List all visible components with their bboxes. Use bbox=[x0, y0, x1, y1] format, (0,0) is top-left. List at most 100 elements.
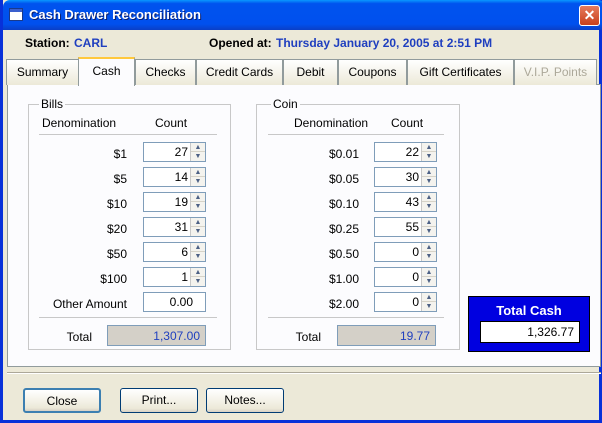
spin-down-icon[interactable]: ▼ bbox=[422, 202, 436, 211]
bills-count-header: Count bbox=[155, 116, 188, 130]
notes-button[interactable]: Notes... bbox=[206, 388, 284, 413]
coin-total-field: 19.77 bbox=[337, 325, 436, 346]
coin-count-0-50[interactable]: 0 ▲ ▼ bbox=[374, 242, 437, 262]
coin-denomination-0-01: $0.01 bbox=[328, 147, 359, 161]
spin-up-icon[interactable]: ▲ bbox=[191, 218, 205, 227]
total-cash-panel: Total Cash 1,326.77 bbox=[468, 296, 590, 352]
tab-checks[interactable]: Checks bbox=[135, 59, 196, 85]
coin-count-2-00[interactable]: 0 ▲ ▼ bbox=[374, 292, 437, 312]
coin-denomination-2-00: $2.00 bbox=[328, 297, 359, 311]
other-amount-value: 0.00 bbox=[169, 295, 193, 309]
spin-up-icon[interactable]: ▲ bbox=[191, 143, 205, 152]
coin-count-0-01-value: 22 bbox=[405, 145, 419, 159]
opened-at-label: Opened at: bbox=[209, 36, 272, 50]
coin-group: Coin Denomination Count $0.01 22 ▲ ▼ $0.05… bbox=[256, 97, 460, 350]
coin-count-0-05[interactable]: 30 ▲ ▼ bbox=[374, 167, 437, 187]
bills-count-5[interactable]: 14 ▲ ▼ bbox=[143, 167, 206, 187]
spin-up-icon[interactable]: ▲ bbox=[191, 268, 205, 277]
coin-count-0-01[interactable]: 22 ▲ ▼ bbox=[374, 142, 437, 162]
coin-denomination-0-10: $0.10 bbox=[328, 197, 359, 211]
bills-count-50[interactable]: 6 ▲ ▼ bbox=[143, 242, 206, 262]
tab-debit[interactable]: Debit bbox=[283, 59, 338, 85]
spin-down-icon[interactable]: ▼ bbox=[191, 277, 205, 286]
bills-denomination-1: $1 bbox=[113, 147, 127, 161]
total-cash-label: Total Cash bbox=[496, 303, 562, 318]
coin-denomination-1-00: $1.00 bbox=[328, 272, 359, 286]
coin-denomination-0-50: $0.50 bbox=[328, 247, 359, 261]
spin-up-icon[interactable]: ▲ bbox=[422, 293, 436, 302]
bills-count-1[interactable]: 27 ▲ ▼ bbox=[143, 142, 206, 162]
tab-summary[interactable]: Summary bbox=[6, 59, 79, 85]
spin-down-icon[interactable]: ▼ bbox=[191, 177, 205, 186]
spin-down-icon[interactable]: ▼ bbox=[191, 252, 205, 261]
spin-down-icon[interactable]: ▼ bbox=[191, 152, 205, 161]
spin-down-icon[interactable]: ▼ bbox=[191, 202, 205, 211]
coin-denomination-0-25: $0.25 bbox=[328, 222, 359, 236]
spin-down-icon[interactable]: ▼ bbox=[422, 152, 436, 161]
spin-up-icon[interactable]: ▲ bbox=[422, 143, 436, 152]
close-button[interactable]: Close bbox=[23, 388, 101, 413]
spin-down-icon[interactable]: ▼ bbox=[422, 227, 436, 236]
bills-denomination-50: $50 bbox=[106, 247, 127, 261]
tab-cash[interactable]: Cash bbox=[78, 57, 135, 86]
window-title: Cash Drawer Reconciliation bbox=[29, 7, 201, 22]
coin-total-value: 19.77 bbox=[399, 329, 430, 343]
coin-count-0-25[interactable]: 55 ▲ ▼ bbox=[374, 217, 437, 237]
coin-total-divider bbox=[268, 317, 444, 318]
tab-coupons[interactable]: Coupons bbox=[338, 59, 407, 85]
other-amount-input[interactable]: 0.00 bbox=[143, 292, 206, 312]
coin-denomination-header: Denomination bbox=[294, 116, 369, 130]
spin-down-icon[interactable]: ▼ bbox=[191, 227, 205, 236]
app-icon bbox=[9, 8, 23, 21]
bills-count-10-value: 19 bbox=[174, 195, 188, 209]
spin-up-icon[interactable]: ▲ bbox=[422, 218, 436, 227]
button-bar-divider bbox=[7, 372, 601, 374]
bills-count-50-value: 6 bbox=[181, 245, 188, 259]
tab-credit-cards[interactable]: Credit Cards bbox=[196, 59, 283, 85]
bills-denomination-20: $20 bbox=[106, 222, 127, 236]
bills-count-10[interactable]: 19 ▲ ▼ bbox=[143, 192, 206, 212]
total-cash-value: 1,326.77 bbox=[527, 325, 574, 339]
dialog-window: Cash Drawer Reconciliation ✕ Station: CA… bbox=[0, 0, 602, 423]
spin-up-icon[interactable]: ▲ bbox=[422, 268, 436, 277]
bills-denomination-header: Denomination bbox=[42, 116, 117, 130]
spin-down-icon[interactable]: ▼ bbox=[422, 177, 436, 186]
spin-up-icon[interactable]: ▲ bbox=[422, 168, 436, 177]
bills-total-field: 1,307.00 bbox=[107, 325, 206, 346]
spin-up-icon[interactable]: ▲ bbox=[191, 193, 205, 202]
coin-denomination-0-05: $0.05 bbox=[328, 172, 359, 186]
opened-at-value: Thursday January 20, 2005 at 2:51 PM bbox=[276, 36, 493, 50]
coin-count-0-10[interactable]: 43 ▲ ▼ bbox=[374, 192, 437, 212]
coin-count-0-05-value: 30 bbox=[405, 170, 419, 184]
bills-group-title: Bills bbox=[39, 97, 66, 111]
spin-down-icon[interactable]: ▼ bbox=[422, 302, 436, 311]
spin-up-icon[interactable]: ▲ bbox=[191, 168, 205, 177]
spin-up-icon[interactable]: ▲ bbox=[422, 193, 436, 202]
bills-total-value: 1,307.00 bbox=[153, 329, 200, 343]
coin-count-0-25-value: 55 bbox=[405, 220, 419, 234]
coin-count-0-10-value: 43 bbox=[405, 195, 419, 209]
print-button[interactable]: Print... bbox=[120, 388, 198, 413]
bills-denomination-5: $5 bbox=[113, 172, 127, 186]
tab-gift-certificates[interactable]: Gift Certificates bbox=[407, 59, 514, 85]
bills-denomination-10: $10 bbox=[106, 197, 127, 211]
coin-count-header: Count bbox=[391, 116, 424, 130]
close-window-icon[interactable]: ✕ bbox=[579, 5, 600, 26]
spin-up-icon[interactable]: ▲ bbox=[191, 243, 205, 252]
station-label: Station: bbox=[25, 36, 70, 50]
title-bar[interactable]: Cash Drawer Reconciliation ✕ bbox=[3, 0, 602, 30]
spin-down-icon[interactable]: ▼ bbox=[422, 252, 436, 261]
spin-down-icon[interactable]: ▼ bbox=[422, 277, 436, 286]
spin-up-icon[interactable]: ▲ bbox=[422, 243, 436, 252]
other-amount-label: Other Amount bbox=[52, 297, 127, 311]
coin-header-divider bbox=[268, 134, 444, 135]
bills-count-100[interactable]: 1 ▲ ▼ bbox=[143, 267, 206, 287]
bills-group: Bills Denomination Count $1 27 ▲ ▼ $5 14 ▲ ▼… bbox=[28, 97, 231, 350]
bills-count-20[interactable]: 31 ▲ ▼ bbox=[143, 217, 206, 237]
coin-group-title: Coin bbox=[271, 97, 300, 111]
station-value: CARL bbox=[74, 36, 108, 50]
bills-denomination-100: $100 bbox=[100, 272, 127, 286]
bills-total-divider bbox=[39, 317, 217, 318]
coin-count-1-00[interactable]: 0 ▲ ▼ bbox=[374, 267, 437, 287]
total-cash-field: 1,326.77 bbox=[480, 321, 580, 343]
